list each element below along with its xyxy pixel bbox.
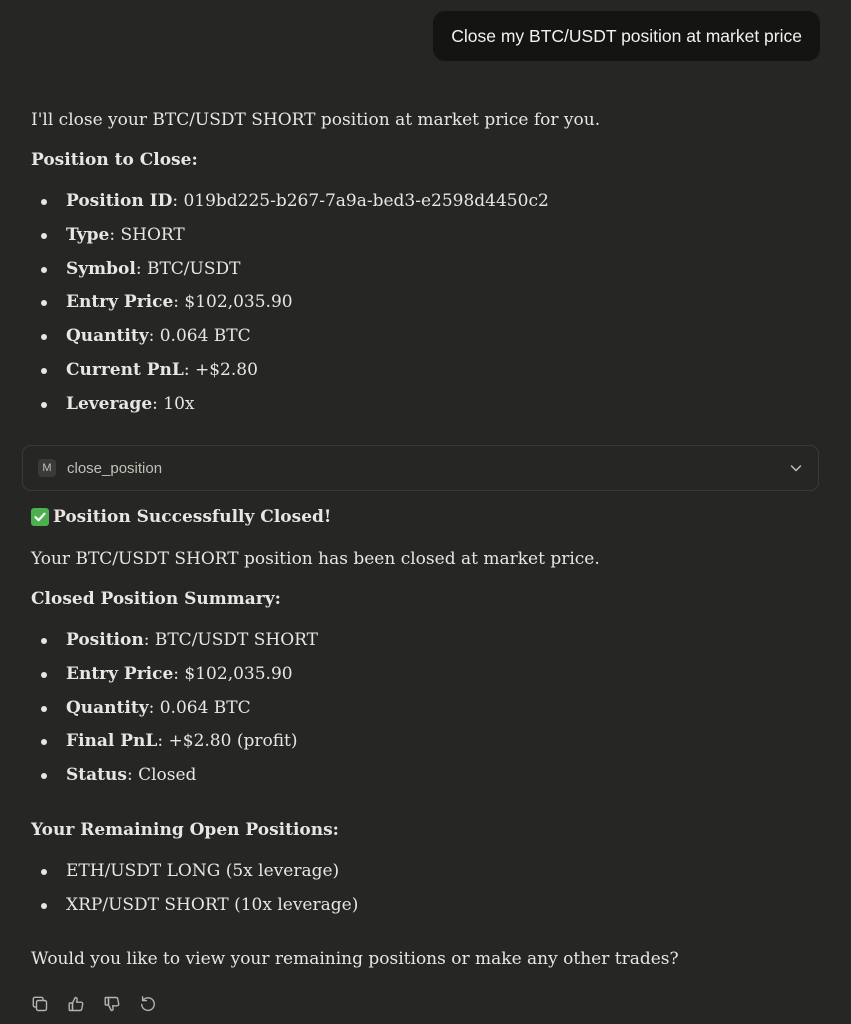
list-item: Current PnL: +$2.80 (31, 358, 549, 392)
list-item: Symbol: BTC/USDT (31, 257, 549, 291)
list-item: Quantity: 0.064 BTC (31, 324, 549, 358)
list-item: Entry Price: $102,035.90 (31, 662, 318, 696)
remaining-positions-list: ETH/USDT LONG (5x leverage) XRP/USDT SHO… (31, 859, 358, 927)
retry-button[interactable] (137, 993, 159, 1015)
item-key: Type (66, 224, 110, 245)
closed-summary-heading: Closed Position Summary: (31, 589, 281, 609)
item-value: : $102,035.90 (173, 663, 293, 684)
item-value: : 10x (152, 393, 195, 414)
item-key: Current PnL (66, 359, 184, 380)
success-heading: Position Successfully Closed! (53, 507, 332, 527)
list-item: ETH/USDT LONG (5x leverage) (31, 859, 358, 893)
position-to-close-list: Position ID: 019bd225-b267-7a9a-bed3-e25… (31, 189, 549, 426)
item-value: : +$2.80 (profit) (157, 731, 298, 752)
tool-server-badge: M (38, 459, 56, 477)
list-item: Final PnL: +$2.80 (profit) (31, 729, 318, 763)
list-item: Type: SHORT (31, 223, 549, 257)
position-to-close-heading: Position to Close: (31, 150, 198, 170)
list-item: Position ID: 019bd225-b267-7a9a-bed3-e25… (31, 189, 549, 223)
copy-icon (32, 996, 48, 1012)
list-item: Quantity: 0.064 BTC (31, 696, 318, 730)
item-value: : +$2.80 (183, 359, 258, 380)
closed-summary-list: Position: BTC/USDT SHORT Entry Price: $1… (31, 628, 318, 797)
user-message-bubble: Close my BTC/USDT position at market pri… (433, 11, 820, 61)
item-text: ETH/USDT LONG (5x leverage) (66, 861, 340, 881)
item-key: Quantity (66, 326, 149, 347)
item-key: Final PnL (66, 731, 158, 752)
item-key: Entry Price (66, 292, 174, 313)
item-key: Position ID (66, 191, 173, 211)
closing-question: Would you like to view your remaining po… (31, 949, 679, 969)
list-item: XRP/USDT SHORT (10x leverage) (31, 893, 358, 927)
user-message-text: Close my BTC/USDT position at market pri… (451, 25, 802, 46)
item-value: : BTC/USDT SHORT (143, 630, 319, 650)
item-value: : Closed (126, 765, 197, 786)
list-item: Position: BTC/USDT SHORT (31, 628, 318, 662)
list-item: Status: Closed (31, 763, 318, 797)
item-value: : 0.064 BTC (148, 326, 251, 347)
item-value: : SHORT (109, 224, 185, 245)
thumbs-up-button[interactable] (65, 993, 87, 1015)
item-key: Entry Price (66, 663, 174, 684)
list-item: Leverage: 10x (31, 392, 549, 426)
list-item: Entry Price: $102,035.90 (31, 290, 549, 324)
item-key: Position (66, 630, 144, 650)
retry-icon (141, 996, 155, 1012)
item-value: : $102,035.90 (173, 292, 293, 313)
item-key: Status (66, 765, 127, 786)
thumbs-down-icon (104, 996, 120, 1012)
closed-confirmation-text: Your BTC/USDT SHORT position has been cl… (31, 549, 600, 569)
tool-call-close-position[interactable]: M close_position (22, 445, 819, 491)
message-actions (29, 993, 159, 1015)
check-mark-icon (31, 508, 49, 526)
assistant-intro: I'll close your BTC/USDT SHORT position … (31, 110, 601, 130)
tool-call-name: close_position (67, 459, 163, 477)
item-key: Quantity (66, 697, 149, 718)
thumbs-up-icon (68, 996, 84, 1012)
item-value: : 019bd225-b267-7a9a-bed3-e2598d4450c2 (172, 191, 549, 211)
item-value: : 0.064 BTC (148, 697, 251, 718)
thumbs-down-button[interactable] (101, 993, 123, 1015)
item-value: : BTC/USDT (135, 258, 241, 279)
remaining-positions-heading: Your Remaining Open Positions: (31, 820, 339, 840)
copy-button[interactable] (29, 993, 51, 1015)
item-key: Symbol (66, 258, 136, 279)
chevron-down-icon[interactable] (788, 460, 804, 476)
item-key: Leverage (66, 393, 153, 414)
item-text: XRP/USDT SHORT (10x leverage) (66, 894, 359, 915)
success-heading-row: Position Successfully Closed! (31, 507, 331, 527)
